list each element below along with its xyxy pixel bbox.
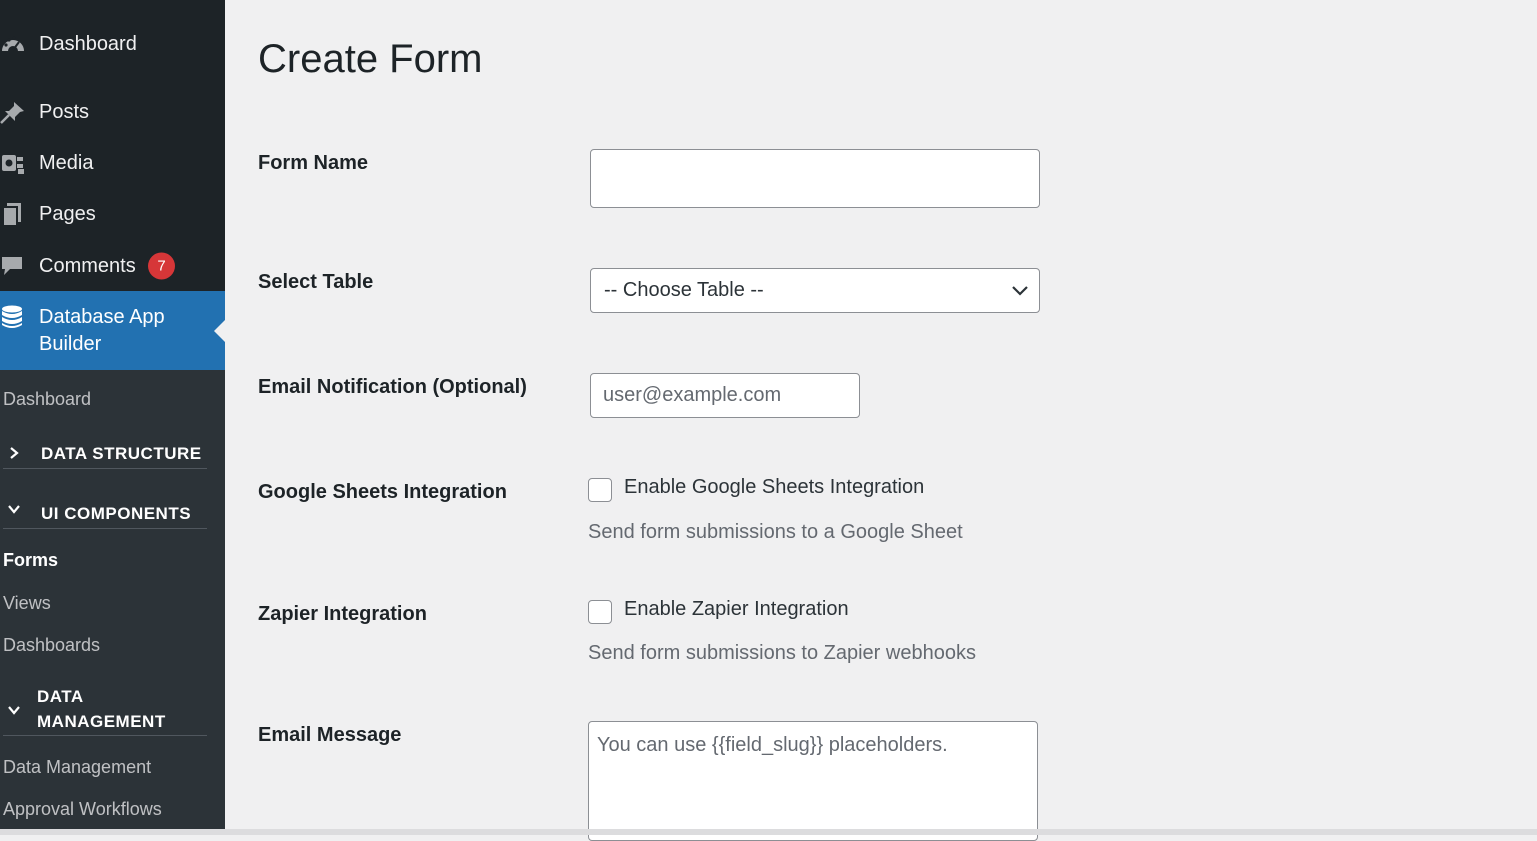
section-data-management-label: DATA MANAGEMENT [37,684,166,734]
menu-item-media[interactable]: Media [0,143,225,183]
menu-item-posts[interactable]: Posts [0,92,225,132]
menu-item-dashboard[interactable]: Dashboard [0,24,225,64]
pages-icon [0,202,26,226]
admin-sidebar: Dashboard Posts Media Pages Comments 7 D… [0,0,225,829]
submenu-data-management-link[interactable]: Data Management [3,757,151,778]
page-title: Create Form [258,37,483,81]
menu-label-posts: Posts [39,100,90,123]
window-bottom-edge [0,829,1537,835]
menu-label-pages: Pages [39,202,96,225]
chevron-down-icon [8,505,20,514]
submenu-approval-workflows-link[interactable]: Approval Workflows [3,799,162,820]
section-data-structure[interactable]: DATA STRUCTURE [3,440,207,469]
select-table-label: Select Table [258,271,374,293]
section-label-line-2: MANAGEMENT [37,712,166,731]
menu-label-database-app-builder: Database App Builder [39,304,165,358]
menu-label-line-1: Database App [39,306,165,328]
speech-bubble-icon [0,254,26,278]
select-table-value: -- Choose Table -- [604,279,764,301]
menu-label-media: Media [39,151,94,174]
select-table-dropdown[interactable]: -- Choose Table -- [590,268,1040,313]
menu-label-line-2: Builder [39,333,102,355]
google-sheets-label: Google Sheets Integration [258,481,507,503]
menu-item-pages[interactable]: Pages [0,194,225,234]
submenu-dashboard-link[interactable]: Dashboard [3,389,91,410]
google-sheets-checkbox-label[interactable]: Enable Google Sheets Integration [624,476,924,499]
section-ui-components[interactable]: UI COMPONENTS [3,499,207,529]
database-icon [0,305,26,334]
email-message-label: Email Message [258,724,402,746]
google-sheets-description: Send form submissions to a Google Sheet [588,521,963,543]
zapier-label: Zapier Integration [258,603,427,625]
email-notification-input[interactable] [590,373,860,418]
section-data-structure-label: DATA STRUCTURE [41,444,202,463]
section-data-management[interactable]: DATA MANAGEMENT [3,683,207,736]
section-ui-components-label: UI COMPONENTS [41,504,192,523]
google-sheets-checkbox[interactable] [588,478,612,502]
current-menu-pointer [214,320,225,342]
submenu-dashboards-link[interactable]: Dashboards [3,635,100,656]
submenu-forms-link[interactable]: Forms [3,550,58,571]
menu-label-dashboard: Dashboard [39,32,137,55]
form-name-input[interactable] [590,149,1040,208]
submenu-views-link[interactable]: Views [3,593,51,614]
chevron-down-icon [8,706,20,715]
comments-count-badge: 7 [148,252,175,280]
database-app-builder-submenu: Dashboard DATA STRUCTURE UI COMPONENTS F… [0,370,225,829]
media-camera-icon [0,151,26,175]
menu-label-comments: Comments [39,254,136,277]
chevron-right-icon [10,447,19,459]
dashboard-gauge-icon [0,32,26,56]
email-notification-label: Email Notification (Optional) [258,376,527,398]
pushpin-icon [0,100,26,124]
form-name-label: Form Name [258,152,369,174]
zapier-checkbox[interactable] [588,600,612,624]
menu-item-comments[interactable]: Comments 7 [0,246,225,286]
zapier-description: Send form submissions to Zapier webhooks [588,642,976,664]
menu-item-database-app-builder[interactable]: Database App Builder [0,291,225,370]
chevron-down-icon [1012,286,1028,296]
email-message-textarea[interactable] [588,721,1038,841]
section-label-line-1: DATA [37,687,84,706]
zapier-checkbox-label[interactable]: Enable Zapier Integration [624,598,849,621]
